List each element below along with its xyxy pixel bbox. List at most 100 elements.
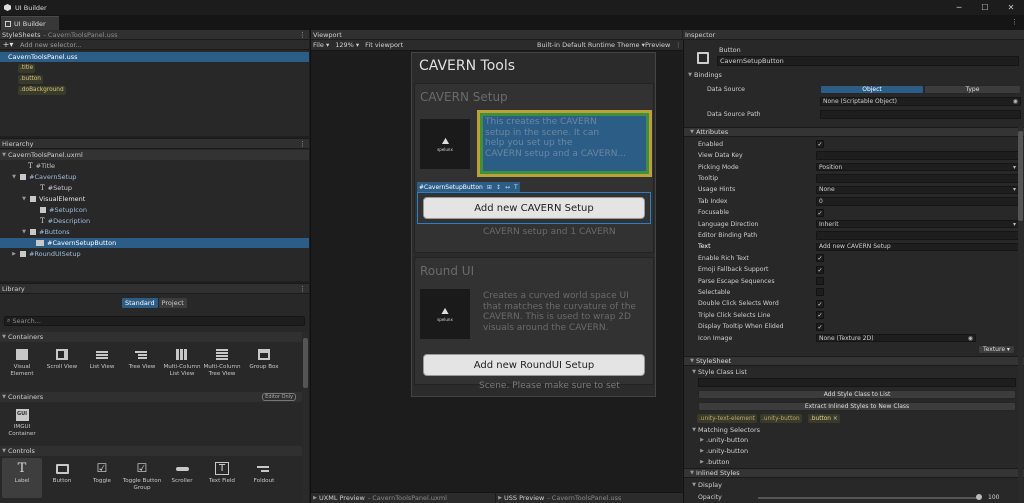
style-class-list-row[interactable]: ▼ Style Class List — [684, 367, 1024, 378]
library-item-button[interactable]: Button — [42, 458, 82, 498]
tab-project[interactable]: Project — [158, 298, 187, 308]
add-cavern-setup-button[interactable]: Add new CAVERN Setup — [423, 197, 645, 219]
hierarchy-item[interactable]: ▼ #Buttons — [0, 227, 309, 237]
collapse-icon[interactable]: ▼ — [0, 152, 8, 158]
attribute-field[interactable] — [816, 231, 1020, 240]
fit-viewport-button[interactable]: Fit viewport — [365, 41, 403, 49]
hierarchy-item[interactable]: #SetupIcon — [0, 205, 309, 215]
viewport-menu-icon[interactable]: ⋮ — [675, 41, 682, 49]
class-pill-button[interactable]: .button × — [808, 414, 840, 423]
library-item-tree-view[interactable]: Tree View — [122, 344, 162, 384]
library-item-multi-column-tree-view[interactable]: Multi-Column Tree View — [202, 344, 242, 384]
file-menu[interactable]: File ▾ — [313, 41, 329, 49]
library-item-imgui-container[interactable]: GUI IMGUI Container — [2, 404, 42, 444]
align-vertical-icon[interactable]: ↕ — [496, 184, 501, 191]
library-item-group-box[interactable]: Group Box — [244, 344, 284, 384]
attribute-field[interactable]: Add new CAVERN Setup — [816, 242, 1020, 252]
library-section-controls[interactable]: ▼ Controls — [0, 446, 302, 456]
attribute-checkbox[interactable] — [816, 288, 824, 297]
object-picker-icon[interactable]: ◉ — [1013, 98, 1018, 105]
match-row[interactable]: ▶ .button — [684, 457, 1024, 468]
anchor-icon[interactable]: ⊞ — [487, 184, 492, 191]
library-item-foldout[interactable]: Foldout — [244, 458, 284, 498]
stylesheet-section[interactable]: ▼ StyleSheet — [684, 356, 1024, 366]
attribute-field[interactable]: None (Texture 2D) ◉ — [816, 333, 976, 343]
opacity-value[interactable]: 100 — [988, 494, 999, 501]
library-item-toggle[interactable]: ☑ Toggle — [82, 458, 122, 498]
hierarchy-item[interactable]: ▼ VisualElement — [0, 194, 309, 204]
type-toggle[interactable]: Type — [924, 85, 1021, 94]
canvas-area[interactable]: CAVERN Tools CAVERN Setup ⛰ spelunx This… — [411, 52, 656, 397]
match-row[interactable]: ▶ .unity-button — [684, 446, 1024, 457]
selector-row-button[interactable]: .button — [0, 74, 309, 84]
attributes-section[interactable]: ▼ Attributes — [684, 127, 1024, 137]
attribute-dropdown[interactable]: Position ▾ — [816, 162, 1020, 172]
library-item-text-field[interactable]: T Text Field — [202, 458, 242, 498]
uss-preview-bar[interactable]: ▶ USS Preview - CavernToolsPanel.uss — [496, 492, 683, 503]
collapse-icon[interactable]: ▼ — [20, 229, 28, 235]
attribute-checkbox[interactable]: ✓ — [816, 265, 824, 274]
attribute-field[interactable]: 0 — [816, 197, 1020, 206]
attribute-dropdown[interactable]: None ▾ — [816, 185, 1020, 195]
expand-icon[interactable]: ▶ — [10, 251, 18, 257]
object-picker-icon[interactable]: ◉ — [968, 335, 973, 342]
scriptable-object-field[interactable]: None (Scriptable Object) ◉ — [820, 97, 1021, 106]
hierarchy-menu-icon[interactable]: ⋮ — [299, 139, 306, 149]
attribute-checkbox[interactable]: ✓ — [816, 299, 824, 308]
selector-row-dobackground[interactable]: .doBackground — [0, 85, 309, 95]
extract-inlined-styles-button[interactable]: Extract Inlined Styles to New Class — [698, 402, 1016, 411]
selector-row-title[interactable]: .title — [0, 63, 309, 73]
remove-class-icon[interactable]: × — [833, 416, 838, 422]
library-item-list-view[interactable]: List View — [82, 344, 122, 384]
library-item-visual-element[interactable]: Visual Element — [2, 344, 42, 384]
maximize-button[interactable]: ☐ — [972, 0, 998, 15]
opacity-slider[interactable] — [758, 497, 978, 499]
align-horizontal-icon[interactable]: ↔ — [505, 184, 510, 191]
attribute-checkbox[interactable]: ✓ — [816, 140, 824, 149]
stylesheet-file-row[interactable]: CavernToolsPanel.uss — [0, 52, 309, 62]
tab-strip-menu-icon[interactable]: ⋮ — [1011, 18, 1018, 26]
hierarchy-item[interactable]: T #Setup — [0, 183, 309, 193]
collapse-icon[interactable]: ▼ — [20, 196, 28, 202]
library-item-toggle-button-group[interactable]: ☑ Toggle Button Group — [122, 458, 162, 498]
add-style-class-button[interactable]: Add Style Class to List — [698, 390, 1016, 399]
style-class-input[interactable] — [698, 378, 1016, 387]
attribute-checkbox[interactable]: ✓ — [816, 322, 824, 331]
opacity-slider-handle[interactable] — [976, 494, 982, 500]
hierarchy-item[interactable]: ▼ #CavernSetup — [0, 172, 309, 182]
attribute-field[interactable] — [816, 174, 1020, 183]
add-roundui-setup-button[interactable]: Add new RoundUI Setup — [423, 354, 645, 376]
hierarchy-item[interactable]: ▼ CavernToolsPanel.uxml — [0, 150, 309, 160]
library-section-containers[interactable]: ▼ Containers — [0, 332, 302, 342]
add-selector-input[interactable]: Add new selector... — [20, 41, 82, 49]
library-scrollbar[interactable] — [303, 332, 308, 502]
theme-dropdown[interactable]: Built-in Default Runtime Theme ▾ — [537, 41, 645, 49]
attribute-checkbox[interactable]: ✓ — [816, 254, 824, 263]
class-pill-unity-button[interactable]: .unity-button — [760, 414, 802, 423]
uxml-preview-bar[interactable]: ▶ UXML Preview - CavernToolsPanel.uxml — [311, 492, 495, 503]
attribute-checkbox[interactable] — [816, 277, 824, 286]
library-section-containers-editor[interactable]: ▼ Containers Editor Only — [0, 392, 302, 402]
tab-standard[interactable]: Standard — [122, 298, 158, 308]
stylesheets-menu-icon[interactable]: ⋮ — [299, 30, 306, 40]
close-button[interactable]: ✕ — [998, 0, 1024, 15]
attribute-field[interactable] — [816, 151, 1020, 160]
tab-ui-builder[interactable]: UI Builder — [1, 16, 59, 30]
hierarchy-item-selected[interactable]: #CavernSetupButton — [0, 238, 309, 248]
bindings-section[interactable]: ▼ Bindings — [684, 70, 1024, 81]
text-edit-icon[interactable]: T — [514, 184, 518, 191]
library-item-scroll-view[interactable]: Scroll View — [42, 344, 82, 384]
library-item-multi-column-list-view[interactable]: Multi-Column List View — [162, 344, 202, 384]
attribute-checkbox[interactable]: ✓ — [816, 311, 824, 320]
attribute-dropdown[interactable]: Inherit ▾ — [816, 219, 1020, 229]
texture-dropdown[interactable]: Texture ▾ — [978, 345, 1015, 354]
collapse-icon[interactable]: ▼ — [10, 174, 18, 180]
library-item-label[interactable]: T Label — [2, 458, 42, 498]
hierarchy-item[interactable]: ▶ #RoundUISetup — [0, 249, 309, 259]
object-toggle[interactable]: Object — [820, 85, 924, 94]
inspector-element-name-field[interactable]: CavernSetupButton — [717, 56, 1019, 66]
minimize-button[interactable]: ─ — [946, 0, 972, 15]
library-item-scroller[interactable]: Scroller — [162, 458, 202, 498]
data-source-path-field[interactable] — [820, 110, 1021, 119]
hierarchy-item[interactable]: T #Description — [0, 216, 309, 226]
